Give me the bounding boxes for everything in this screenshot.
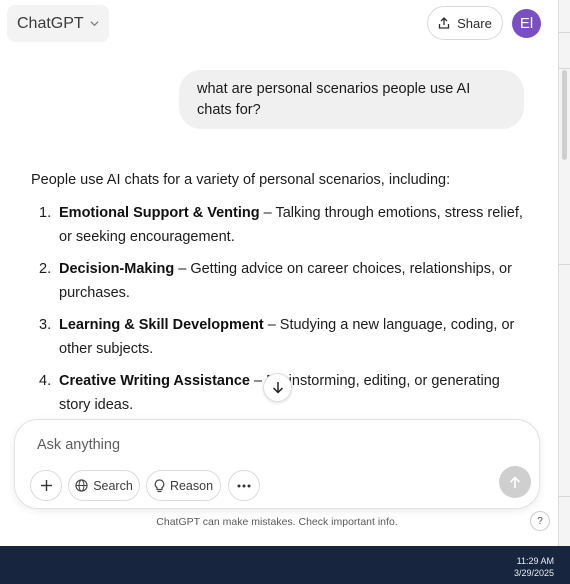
user-message: what are personal scenarios people use A… xyxy=(179,70,524,129)
list-number: 2. xyxy=(39,261,52,277)
model-name: ChatGPT xyxy=(17,14,84,32)
chat-window: ChatGPT Share El what are personal scena… xyxy=(0,0,558,546)
prompt-input[interactable] xyxy=(37,434,437,456)
window-edge-divider xyxy=(559,264,570,265)
scrollbar-thumb[interactable] xyxy=(562,70,567,160)
taskbar: 11:29 AM 3/29/2025 xyxy=(0,546,570,584)
share-icon xyxy=(438,17,450,29)
list-item: 3. Learning & Skill Development – Studyi… xyxy=(31,313,531,361)
share-button[interactable]: Share xyxy=(427,6,503,40)
clock-time: 11:29 AM xyxy=(516,556,554,566)
search-button[interactable]: Search xyxy=(68,470,140,501)
list-item-title: Creative Writing Assistance xyxy=(59,373,250,389)
model-picker[interactable]: ChatGPT xyxy=(7,5,109,42)
list-item-title: Learning & Skill Development xyxy=(59,317,264,333)
scrollbar[interactable] xyxy=(558,0,570,546)
list-number: 4. xyxy=(39,373,52,389)
list-number: 3. xyxy=(39,317,52,333)
reason-button[interactable]: Reason xyxy=(146,470,221,501)
window-edge-divider xyxy=(559,68,570,69)
arrow-up-icon xyxy=(509,475,521,488)
avatar[interactable]: El xyxy=(512,9,541,38)
assistant-intro: People use AI chats for a variety of per… xyxy=(31,172,451,188)
list-item-title: Decision-Making xyxy=(59,261,175,277)
list-item: 2. Decision-Making – Getting advice on c… xyxy=(31,257,531,305)
plus-icon xyxy=(40,480,52,491)
list-item: 1. Emotional Support & Venting – Talking… xyxy=(31,201,531,249)
list-number: 1. xyxy=(39,205,52,221)
scroll-to-bottom-button[interactable] xyxy=(263,373,292,402)
globe-icon xyxy=(75,479,88,492)
window-edge-divider xyxy=(559,496,570,497)
avatar-initials: El xyxy=(519,15,534,32)
share-label: Share xyxy=(457,15,492,31)
arrow-down-icon xyxy=(272,382,283,394)
clock-date: 3/29/2025 xyxy=(513,568,554,578)
taskbar-clock[interactable]: 11:29 AM 3/29/2025 xyxy=(514,555,554,579)
lightbulb-icon xyxy=(154,478,165,492)
composer: Search Reason xyxy=(14,419,540,509)
more-options-button[interactable] xyxy=(228,470,260,501)
list-item-title: Emotional Support & Venting xyxy=(59,205,260,221)
ellipsis-icon xyxy=(237,484,251,487)
help-label: ? xyxy=(537,515,543,527)
disclaimer: ChatGPT can make mistakes. Check importa… xyxy=(156,516,398,528)
window-edge-divider xyxy=(559,32,570,33)
chevron-down-icon xyxy=(90,21,99,27)
search-label: Search xyxy=(93,478,133,493)
add-button[interactable] xyxy=(30,470,62,501)
help-button[interactable]: ? xyxy=(530,511,550,531)
user-message-text: what are personal scenarios people use A… xyxy=(197,81,471,118)
send-button[interactable] xyxy=(499,466,531,498)
reason-label: Reason xyxy=(169,478,214,493)
